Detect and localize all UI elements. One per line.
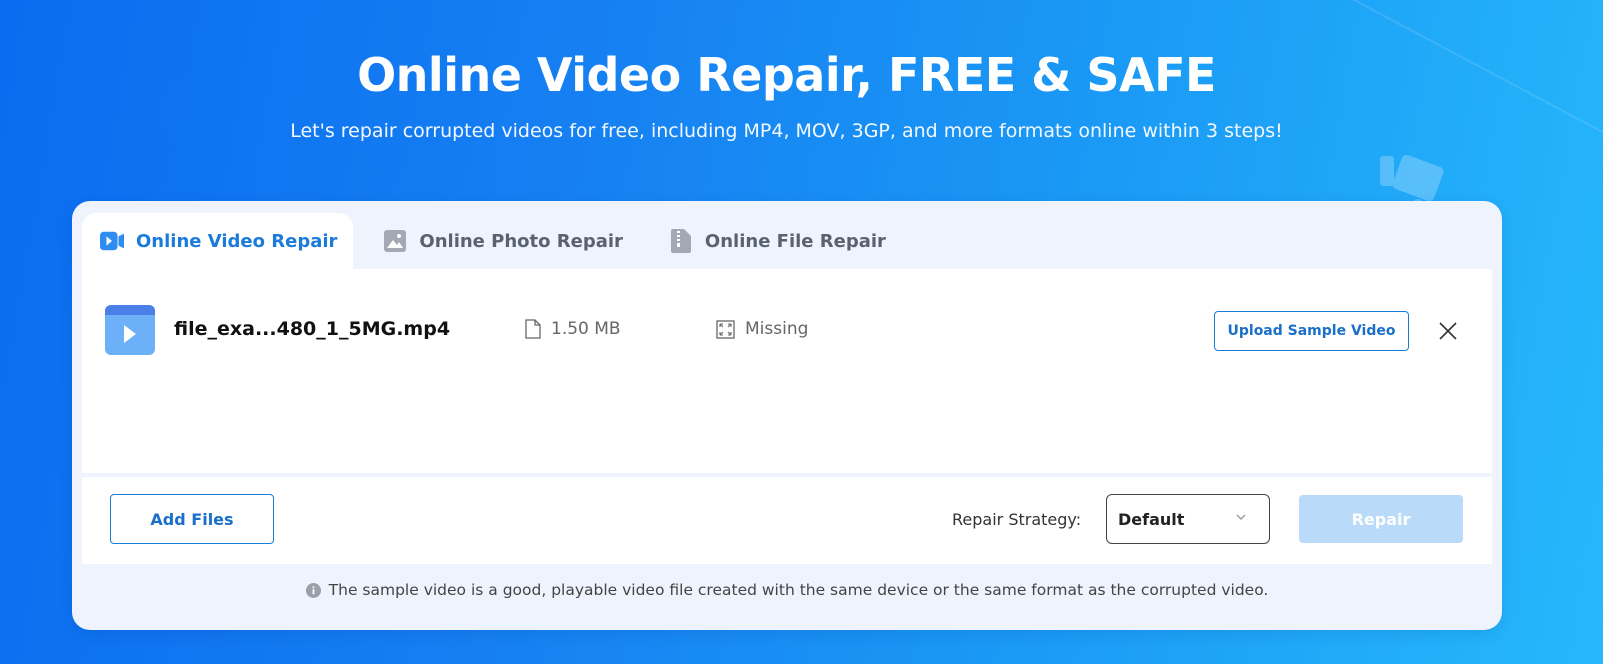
tab-video-repair[interactable]: Online Video Repair [82, 213, 354, 269]
sample-video-note-text: The sample video is a good, playable vid… [328, 581, 1269, 599]
document-icon [525, 319, 541, 339]
upload-sample-video-button[interactable]: Upload Sample Video [1214, 311, 1409, 351]
video-camera-icon [100, 230, 124, 252]
zip-file-icon [669, 229, 693, 253]
file-list-item: file_exa...480_1_5MG.mp4 1.50 MB Missing… [82, 305, 1492, 359]
repair-button[interactable]: Repair [1299, 495, 1463, 543]
tab-file-repair-label: Online File Repair [704, 230, 886, 252]
repair-card: Online Video Repair Online Photo Repair [72, 201, 1502, 630]
tab-video-repair-label: Online Video Repair [136, 230, 338, 252]
chevron-down-icon [1236, 514, 1246, 520]
file-list: file_exa...480_1_5MG.mp4 1.50 MB Missing… [82, 269, 1492, 473]
close-icon[interactable] [1438, 321, 1458, 341]
info-icon [305, 582, 321, 598]
repair-tabs: Online Video Repair Online Photo Repair [82, 213, 914, 269]
action-bar: Add Files Repair Strategy: Default Repai… [82, 477, 1492, 564]
file-size: 1.50 MB [525, 319, 621, 339]
file-status-value: Missing [745, 319, 809, 339]
sample-video-note: The sample video is a good, playable vid… [72, 581, 1502, 599]
file-name: file_exa...480_1_5MG.mp4 [174, 318, 451, 340]
file-status: Missing [716, 319, 808, 339]
page-title: Online Video Repair, FREE & SAFE [357, 48, 1216, 102]
repair-strategy-label: Repair Strategy: [952, 510, 1082, 529]
resolution-icon [716, 319, 735, 339]
tab-photo-repair-label: Online Photo Repair [419, 230, 623, 252]
tab-file-repair[interactable]: Online File Repair [651, 213, 902, 269]
video-file-icon [105, 305, 155, 355]
tab-photo-repair[interactable]: Online Photo Repair [365, 213, 639, 269]
repair-strategy-value: Default [1118, 509, 1185, 529]
file-size-value: 1.50 MB [551, 319, 621, 339]
image-icon [383, 230, 407, 252]
add-files-button[interactable]: Add Files [110, 494, 274, 544]
repair-strategy-select[interactable]: Default [1106, 494, 1270, 544]
page-subtitle: Let's repair corrupted videos for free, … [290, 120, 1283, 142]
